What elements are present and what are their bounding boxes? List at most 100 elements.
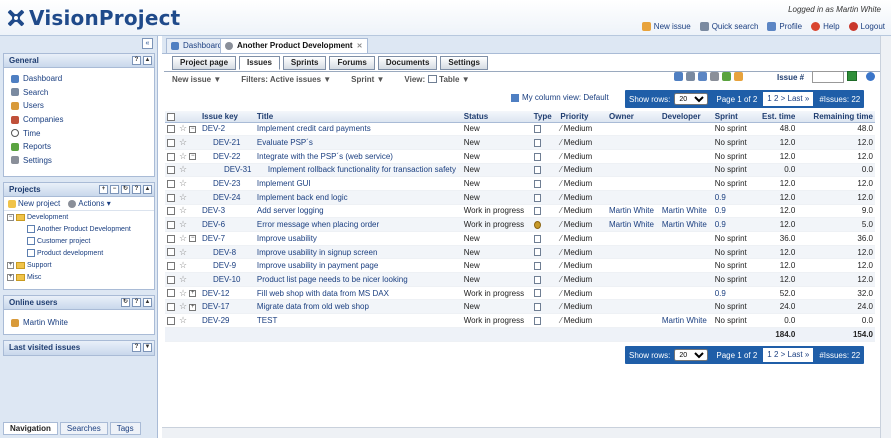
row-checkbox[interactable] — [167, 125, 175, 134]
collapse-row-icon[interactable]: − — [189, 125, 197, 133]
issue-owner[interactable]: Martin White — [607, 204, 660, 219]
issue-key[interactable]: DEV-6 — [199, 217, 255, 232]
sidebar-item-time[interactable]: Time — [4, 126, 154, 140]
sprint-dropdown[interactable]: Sprint ▼ — [351, 75, 384, 84]
header-issue-key[interactable]: Issue key — [199, 111, 255, 123]
table-row[interactable]: ☆ DEV-21 Evaluate PSP´s New ⁄ Medium No sprin… — [165, 135, 875, 150]
issue-title[interactable]: Add server logging — [254, 204, 462, 219]
view-dropdown[interactable]: Table ▼ — [428, 75, 470, 84]
issue-developer[interactable] — [659, 190, 713, 205]
row-checkbox[interactable] — [167, 289, 175, 298]
tree-node-project[interactable]: Product development — [7, 247, 154, 259]
issue-key[interactable]: DEV-29 — [199, 313, 255, 328]
tree-node-misc[interactable]: + Misc — [7, 271, 154, 283]
expand-row-icon[interactable]: + — [189, 303, 197, 311]
issue-title[interactable]: Error message when placing order — [254, 217, 462, 232]
issue-developer[interactable] — [659, 245, 713, 260]
header-title[interactable]: Title — [254, 111, 462, 123]
issue-owner[interactable] — [607, 299, 660, 315]
row-checkbox[interactable] — [167, 138, 175, 147]
tree-node-project[interactable]: Another Product Development — [7, 223, 154, 235]
issue-developer[interactable] — [659, 258, 713, 274]
header-developer[interactable]: Developer — [659, 111, 713, 123]
online-user[interactable]: Martin White — [4, 316, 154, 330]
bulk-edit-icon[interactable] — [734, 72, 743, 81]
issue-key[interactable]: DEV-8 — [199, 245, 255, 260]
table-row[interactable]: ☆ DEV-3 Add server logging Work in progres… — [165, 204, 875, 219]
star-icon[interactable]: ☆ — [179, 205, 187, 215]
tab-searches[interactable]: Searches — [59, 422, 108, 435]
issue-key[interactable]: DEV-17 — [199, 299, 255, 315]
header-owner[interactable]: Owner — [607, 111, 660, 123]
help-icon[interactable]: ? — [132, 56, 141, 65]
star-icon[interactable]: ☆ — [179, 192, 187, 202]
issue-key[interactable]: DEV-10 — [199, 272, 255, 287]
table-row[interactable]: ☆ − DEV-7 Improve usability New ⁄ Medium No sp… — [165, 231, 875, 246]
tab-documents[interactable]: Documents — [377, 56, 438, 70]
new-issue-link[interactable]: New issue — [641, 22, 691, 31]
issue-owner[interactable] — [607, 258, 660, 274]
last-visited-header[interactable]: Last visited issues ? ▼ — [4, 341, 154, 355]
row-checkbox[interactable] — [167, 193, 175, 202]
header-type[interactable]: Type — [531, 111, 559, 123]
sidebar-item-settings[interactable]: Settings — [4, 154, 154, 168]
expand-node-icon[interactable]: + — [7, 261, 14, 269]
collapse-sidebar-button[interactable]: « — [142, 38, 153, 49]
collapse-icon[interactable]: ▲ — [143, 185, 152, 194]
issue-developer[interactable] — [659, 163, 713, 178]
issue-title[interactable]: Integrate with the PSP´s (web service) — [254, 149, 462, 164]
star-icon[interactable]: ☆ — [179, 260, 187, 270]
table-row[interactable]: ☆ − DEV-2 Implement credit card payments Ne… — [165, 122, 875, 137]
tab-dashboard[interactable]: Dashboard — [166, 38, 229, 53]
star-icon[interactable]: ☆ — [179, 151, 187, 161]
page-links[interactable]: 1 2 > Last » — [763, 92, 814, 106]
expand-row-icon[interactable]: + — [189, 289, 197, 297]
new-project-button[interactable]: New project — [8, 199, 60, 208]
collapse-node-icon[interactable]: − — [7, 213, 14, 221]
header-priority[interactable]: Priority — [558, 111, 608, 123]
collapse-all-icon[interactable]: − — [110, 185, 119, 194]
issue-developer[interactable] — [659, 176, 713, 191]
logout-link[interactable]: Logout — [848, 22, 885, 31]
issue-key[interactable]: DEV-23 — [199, 176, 255, 191]
tab-project[interactable]: Another Product Development ✕ — [220, 38, 369, 53]
issue-developer[interactable] — [659, 149, 713, 164]
sidebar-item-dashboard[interactable]: Dashboard — [4, 72, 154, 86]
issue-key[interactable]: DEV-7 — [199, 231, 255, 246]
row-checkbox[interactable] — [167, 262, 175, 271]
star-icon[interactable]: ☆ — [179, 274, 187, 284]
tree-view-icon[interactable] — [674, 72, 683, 81]
table-row[interactable]: ☆ − DEV-22 Integrate with the PSP´s (web s… — [165, 149, 875, 164]
tree-node-development[interactable]: − Development — [7, 211, 154, 223]
row-checkbox[interactable] — [167, 221, 175, 230]
star-icon[interactable]: ☆ — [179, 123, 187, 133]
issue-title[interactable]: Implement credit card payments — [254, 122, 462, 137]
add-icon[interactable] — [722, 72, 731, 81]
table-row[interactable]: ☆ DEV-24 Implement back end logic New ⁄ Medi… — [165, 190, 875, 205]
issue-title[interactable]: Improve usability in payment page — [254, 258, 462, 274]
star-icon[interactable]: ☆ — [179, 301, 187, 311]
go-arrow-icon[interactable] — [847, 71, 857, 81]
row-checkbox[interactable] — [167, 303, 175, 312]
star-icon[interactable]: ☆ — [179, 219, 187, 229]
sidebar-item-companies[interactable]: Companies — [4, 113, 154, 127]
row-checkbox[interactable] — [167, 207, 175, 216]
quick-search-link[interactable]: Quick search — [699, 22, 758, 31]
table-row[interactable]: ☆ DEV-29 TEST Work in progress ⁄ Medium Marti… — [165, 313, 875, 328]
header-sprint[interactable]: Sprint — [712, 111, 752, 123]
issue-developer[interactable] — [659, 286, 713, 301]
tab-settings[interactable]: Settings — [440, 56, 488, 70]
star-icon[interactable]: ☆ — [179, 178, 187, 188]
issue-owner[interactable] — [607, 176, 660, 191]
help-icon[interactable] — [866, 72, 875, 81]
star-icon[interactable]: ☆ — [179, 137, 187, 147]
issue-key[interactable]: DEV-24 — [199, 190, 255, 205]
rows-select[interactable]: 20 — [674, 349, 709, 361]
help-icon[interactable]: ? — [132, 185, 141, 194]
table-row[interactable]: ☆ DEV-6 Error message when placing order W… — [165, 217, 875, 232]
header-est-time[interactable]: Est. time — [751, 111, 798, 123]
issue-owner[interactable] — [607, 245, 660, 260]
collapse-row-icon[interactable]: − — [189, 235, 197, 243]
star-icon[interactable]: ☆ — [179, 315, 187, 325]
table-row[interactable]: ☆ DEV-31 Implement rollback functionality… — [165, 163, 875, 178]
